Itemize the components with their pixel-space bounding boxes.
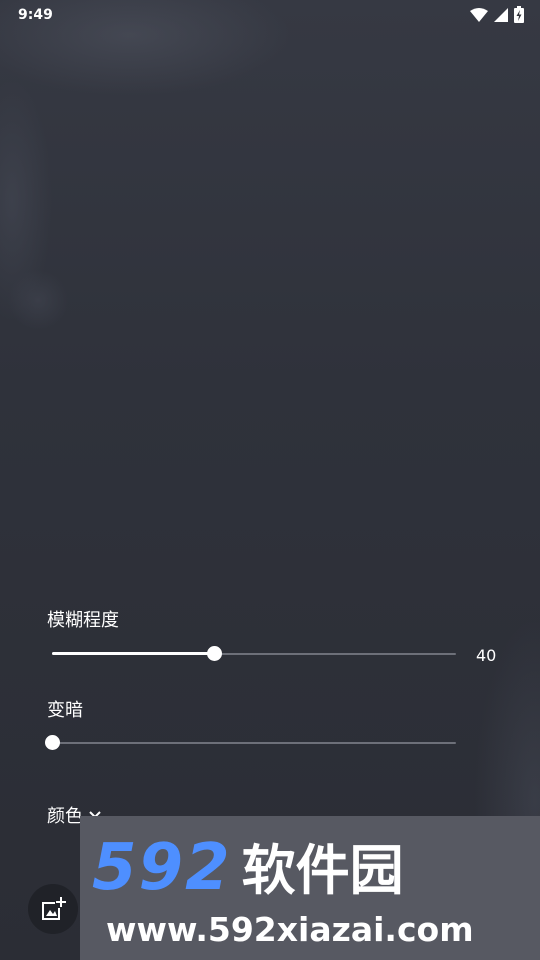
status-time: 9:49 [18, 7, 53, 23]
blur-slider[interactable] [52, 644, 456, 664]
wifi-icon [470, 7, 488, 22]
darken-label: 变暗 [47, 700, 83, 721]
blur-label: 模糊程度 [47, 610, 119, 631]
blur-value: 40 [476, 646, 497, 665]
color-label: 颜色 [47, 806, 83, 827]
add-photo-button[interactable] [28, 884, 78, 934]
signal-icon [494, 7, 508, 22]
darken-slider[interactable] [45, 733, 456, 753]
darken-slider-thumb[interactable] [45, 735, 60, 750]
status-bar: 9:49 [0, 0, 540, 32]
battery-charging-icon [514, 6, 524, 23]
watermark-brand-cn: 软件园 [241, 839, 404, 902]
watermark-overlay: 592 软件园 www.592xiazai.com [80, 816, 540, 960]
add-photo-icon [42, 897, 66, 920]
watermark-brand: 592 软件园 [92, 836, 404, 903]
darken-slider-track [52, 742, 456, 744]
blur-slider-thumb[interactable] [206, 646, 222, 661]
blur-slider-fill [52, 652, 214, 655]
watermark-brand-number: 592 [92, 831, 232, 905]
watermark-url: www.592xiazai.com [106, 910, 474, 949]
status-icons [470, 6, 524, 23]
